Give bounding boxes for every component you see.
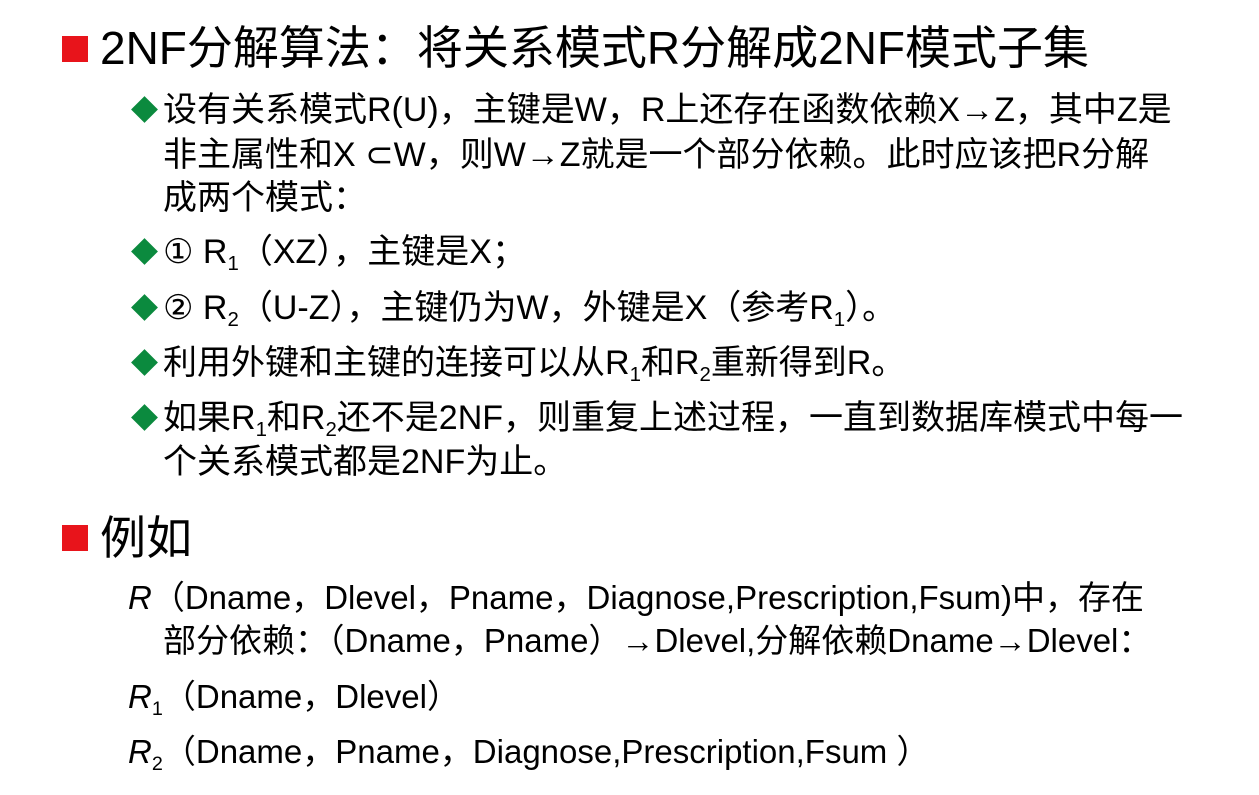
subscript: 2 — [151, 752, 163, 775]
subscript: 1 — [151, 697, 163, 720]
bullet5-line1: 如果R1和R2还不是2NF，则重复上述过程，一直到数据库模式中每一 — [163, 396, 1184, 442]
bullet1-line3: 成两个模式： — [163, 179, 367, 217]
green-diamond-bullet-icon — [131, 349, 158, 376]
bullet3-text: ）。 — [845, 289, 897, 327]
bullet4-text: 利用外键和主键的连接可以从R — [163, 344, 630, 382]
relation-name: R — [128, 733, 152, 770]
subscript: 2 — [227, 309, 239, 332]
bullet5-text: 和R — [266, 399, 326, 437]
subscript: 1 — [227, 253, 239, 276]
bullet5-text: 还不是2NF，则重复上述过程，一直到数据库模式中每一 — [336, 399, 1184, 437]
subscript: 2 — [699, 364, 711, 387]
red-square-bullet-icon — [62, 36, 88, 62]
subscript: 2 — [325, 419, 337, 442]
relation-attrs: （Dname，Dlevel） — [162, 678, 460, 715]
bullet4-text: 重新得到R。 — [710, 344, 906, 382]
example-r2-line: R2（Dname，Pname，Diagnose,Prescription,Fsu… — [128, 730, 930, 775]
bullet2-text: ① R — [163, 233, 228, 271]
relation-attrs: （Dname，Pname，Diagnose,Prescription,Fsum … — [162, 733, 930, 770]
example-relation-line: R（Dname，Dlevel，Pname，Diagnose,Prescripti… — [128, 576, 1144, 620]
example-heading: 例如 — [100, 512, 192, 564]
bullet3-text: （U-Z），主键仍为W，外键是X（参考R — [238, 289, 834, 327]
subscript: 1 — [833, 309, 846, 332]
bullet2-line: ① R1（XZ），主键是X； — [163, 230, 526, 276]
example-r1-line: R1（Dname，Dlevel） — [128, 675, 460, 720]
slide: 2NF分解算法：将关系模式R分解成2NF模式子集 设有关系模式R(U)，主键是W… — [0, 0, 1259, 795]
bullet1-line2: 非主属性和X ⊂W，则W→Z就是一个部分依赖。此时应该把R分解 — [163, 136, 1150, 174]
bullet3-text: ② R — [163, 289, 228, 327]
subscript: 1 — [255, 419, 267, 442]
green-diamond-bullet-icon — [131, 96, 158, 123]
example-dependency-line: 部分依赖：（Dname，Pname）→Dlevel,分解依赖Dname→Dlev… — [163, 622, 1152, 659]
bullet4-text: 和R — [640, 344, 700, 382]
green-diamond-bullet-icon — [131, 404, 158, 431]
relation-attrs: （Dname，Dlevel，Pname，Diagnose,Prescriptio… — [151, 579, 1144, 616]
bullet5-text: 如果R — [163, 399, 256, 437]
algorithm-heading: 2NF分解算法：将关系模式R分解成2NF模式子集 — [100, 22, 1090, 74]
green-diamond-bullet-icon — [131, 238, 158, 265]
bullet2-text: （XZ），主键是X； — [238, 233, 526, 271]
bullet1-line1: 设有关系模式R(U)，主键是W，R上还存在函数依赖X→Z，其中Z是 — [163, 91, 1172, 129]
red-square-bullet-icon — [62, 525, 88, 551]
green-diamond-bullet-icon — [131, 294, 158, 321]
bullet4-line: 利用外键和主键的连接可以从R1和R2重新得到R。 — [163, 341, 906, 387]
relation-name: R — [128, 678, 152, 715]
relation-name: R — [128, 579, 152, 616]
bullet5-line2: 个关系模式都是2NF为止。 — [163, 443, 568, 481]
bullet3-line: ② R2（U-Z），主键仍为W，外键是X（参考R1）。 — [163, 286, 897, 332]
subscript: 1 — [629, 364, 641, 387]
